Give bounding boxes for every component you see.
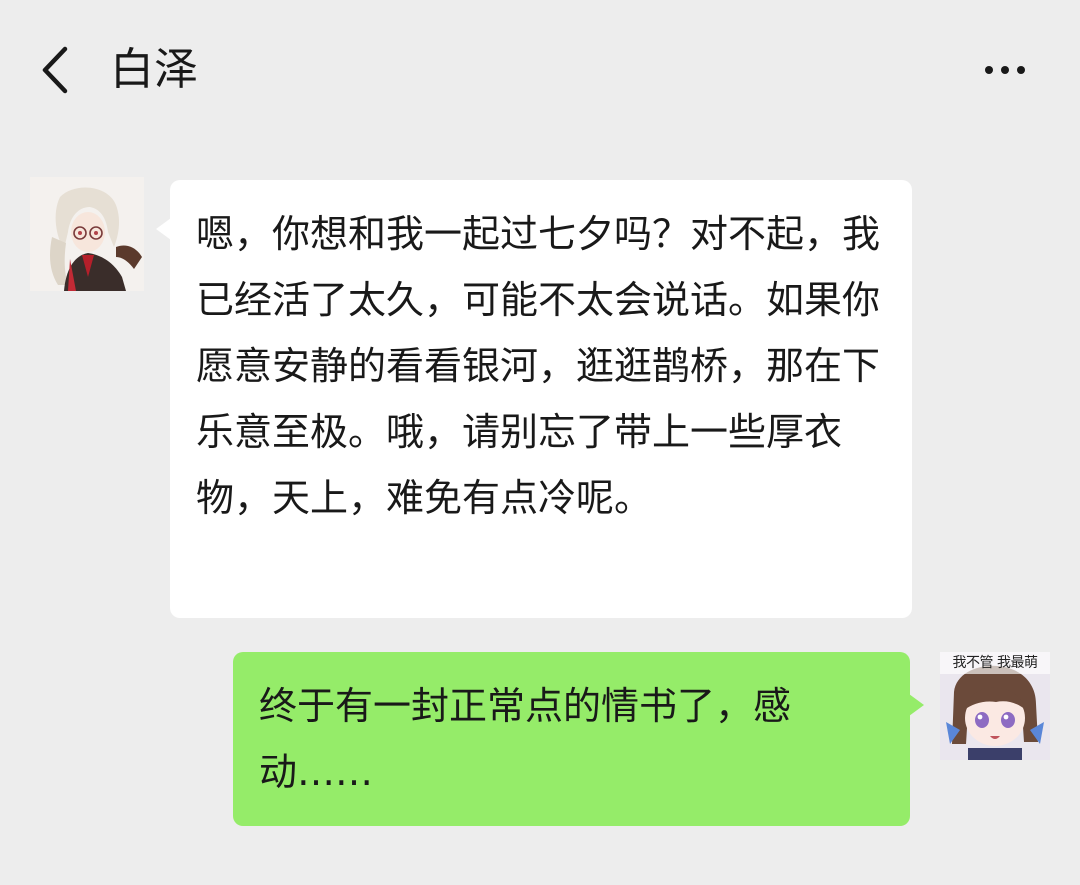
contact-avatar[interactable] bbox=[30, 177, 144, 291]
outgoing-message-bubble[interactable]: 终于有一封正常点的情书了，感动…… bbox=[233, 652, 924, 826]
chevron-left-icon bbox=[42, 46, 68, 94]
chat-title: 白泽 bbox=[110, 44, 198, 95]
more-dot bbox=[1017, 66, 1025, 74]
chat-screen: 白泽 嗯，你想和我一起过七夕吗？对不起，我已经活了太久，可能不太会说话。如果你愿… bbox=[0, 0, 1080, 885]
more-options-button[interactable] bbox=[970, 45, 1040, 95]
my-avatar[interactable]: 我不管 我最萌 bbox=[940, 652, 1050, 760]
chat-header: 白泽 bbox=[0, 0, 1080, 140]
incoming-message-bubble[interactable]: 嗯，你想和我一起过七夕吗？对不起，我已经活了太久，可能不太会说话。如果你愿意安静… bbox=[156, 180, 912, 618]
outgoing-message-text: 终于有一封正常点的情书了，感动…… bbox=[259, 684, 792, 794]
contact-avatar-illustration bbox=[30, 177, 144, 291]
more-dot bbox=[1001, 66, 1009, 74]
my-avatar-caption: 我不管 我最萌 bbox=[940, 652, 1050, 674]
incoming-message-text: 嗯，你想和我一起过七夕吗？对不起，我已经活了太久，可能不太会说话。如果你愿意安静… bbox=[196, 212, 881, 520]
back-button[interactable] bbox=[30, 40, 80, 100]
more-dots-icon bbox=[985, 66, 993, 74]
